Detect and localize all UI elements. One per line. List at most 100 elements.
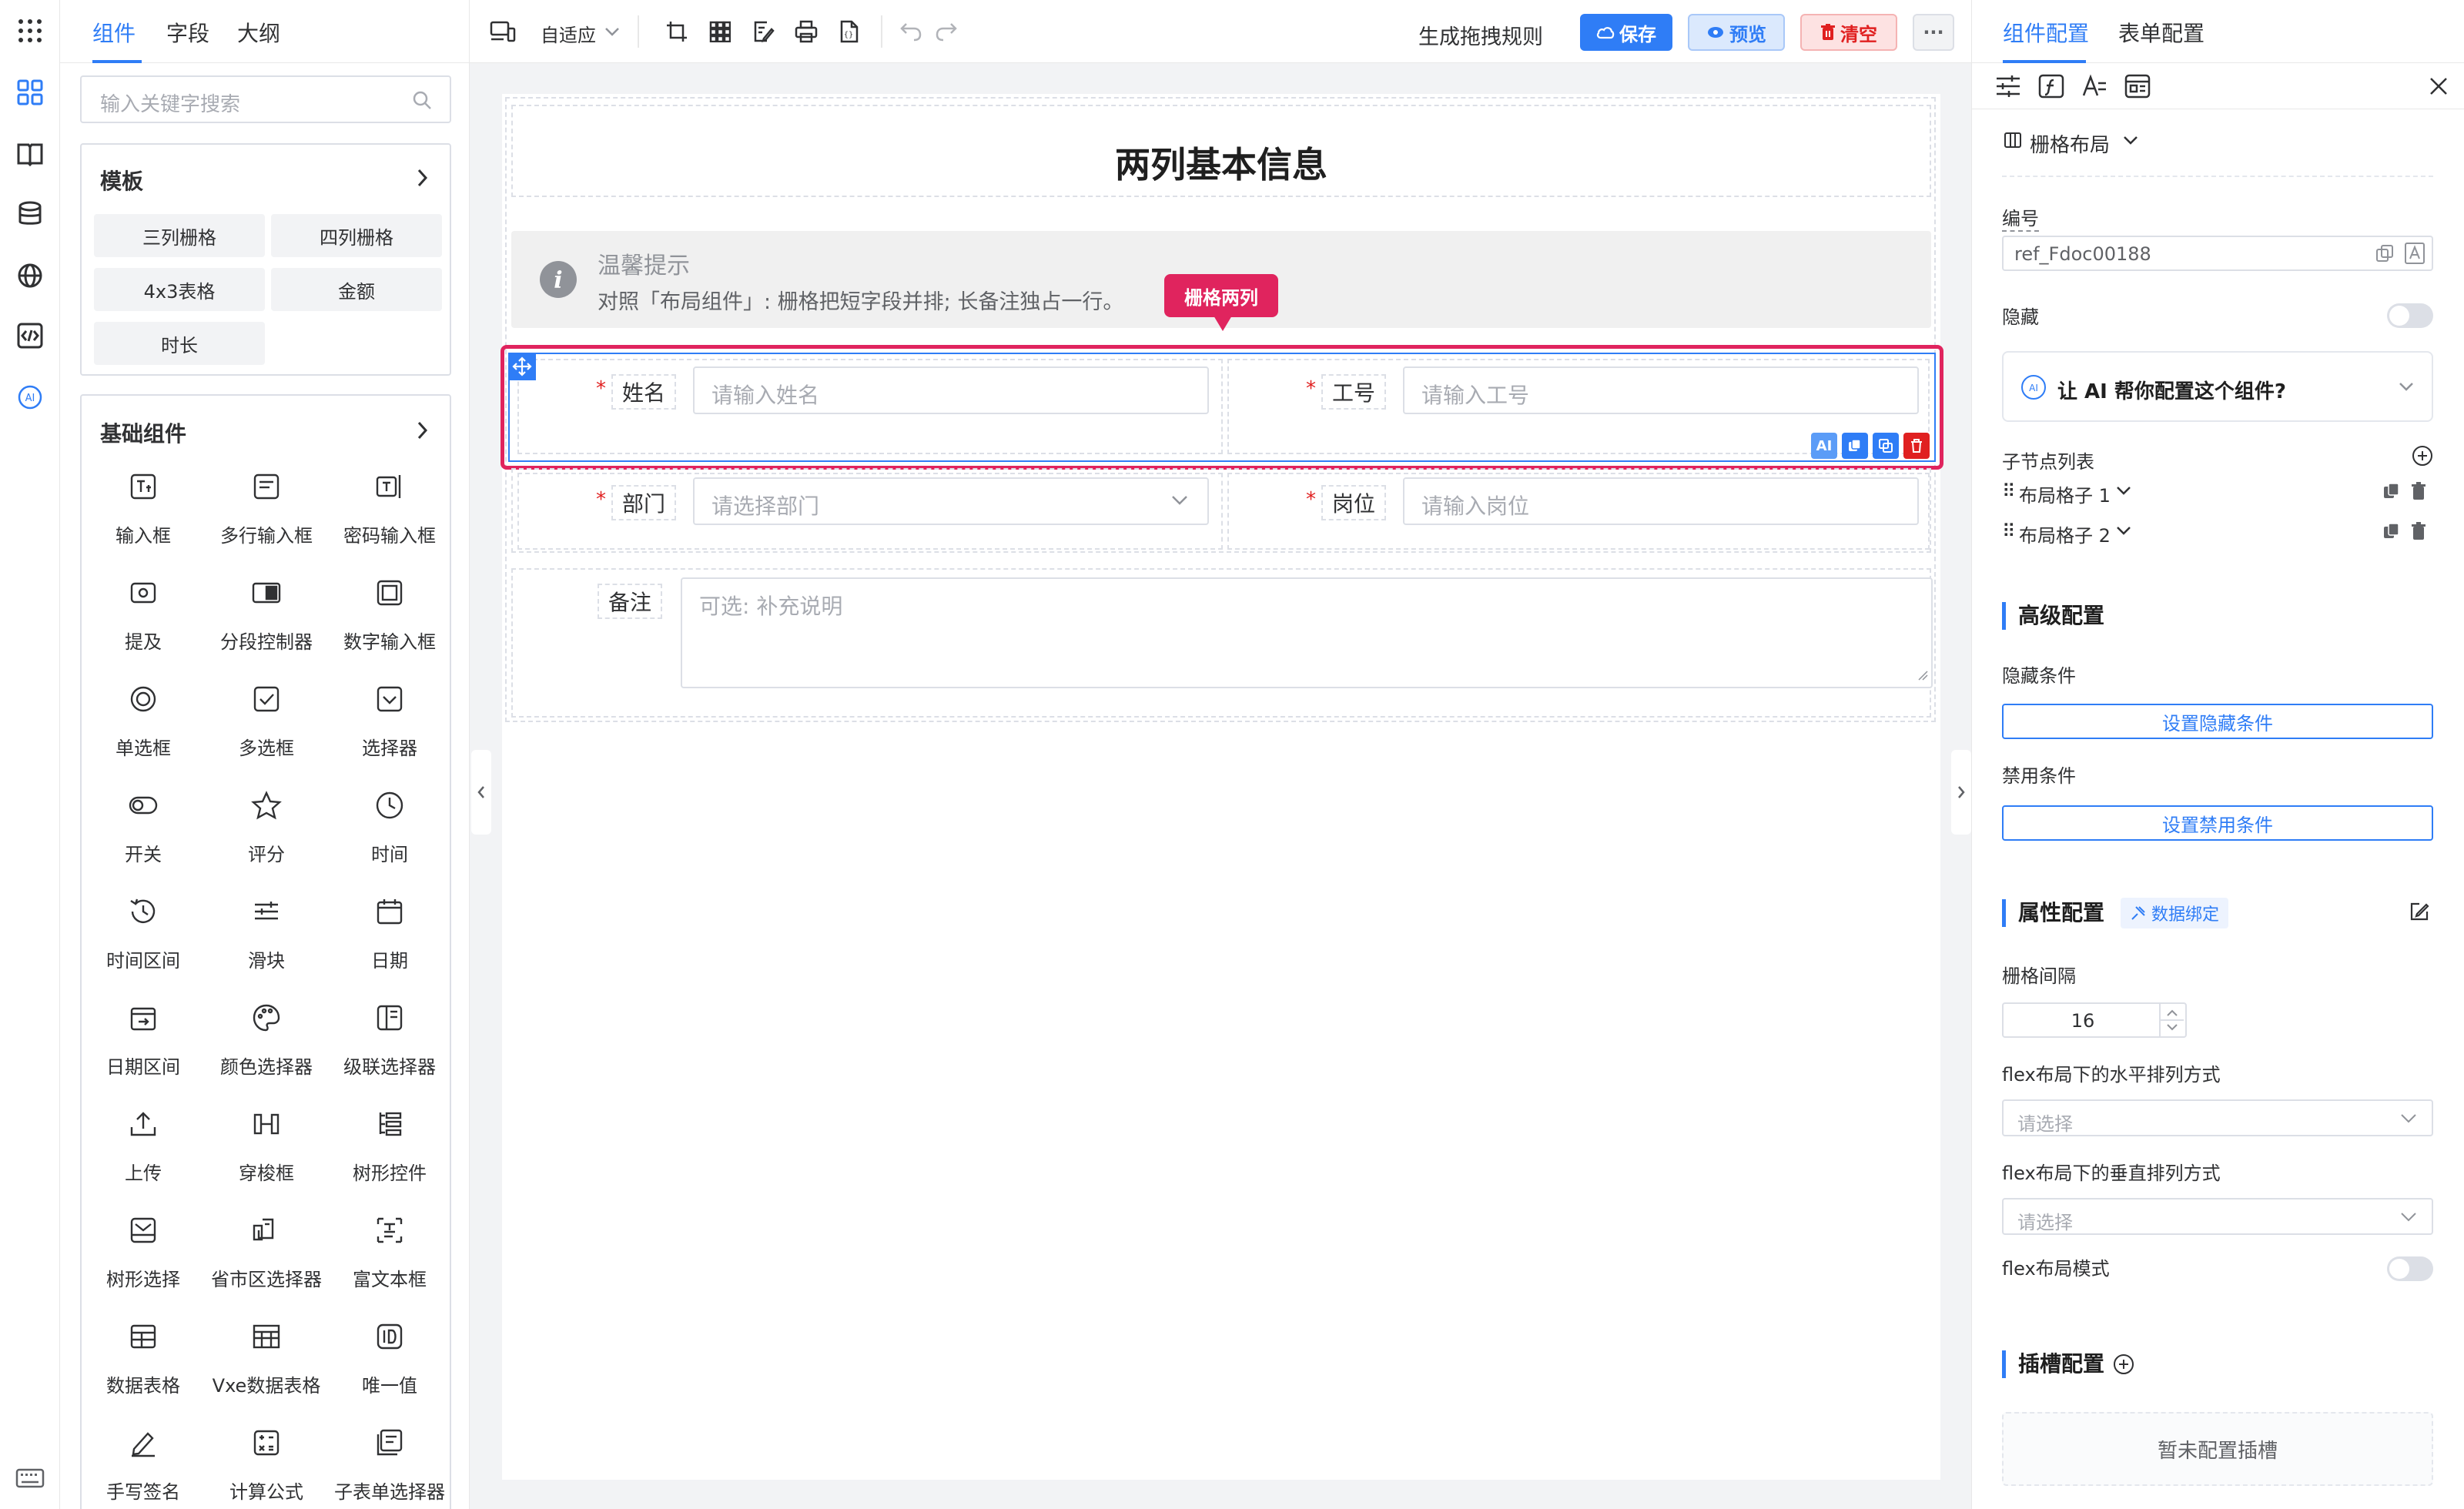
chevron-down-icon[interactable] (598, 17, 627, 46)
add-circle-icon[interactable] (2412, 445, 2433, 470)
flex-vertical-select[interactable]: 请选择 (2002, 1198, 2433, 1235)
sliders-icon[interactable] (1995, 74, 2021, 102)
flex-horizontal-select[interactable]: 请选择 (2002, 1099, 2433, 1136)
duplicate-icon[interactable] (1873, 433, 1899, 459)
component-item[interactable]: 密码输入框 (328, 463, 451, 570)
ai-icon[interactable]: AI (15, 382, 45, 413)
copy-icon[interactable] (2382, 522, 2401, 544)
delete-icon[interactable] (1903, 433, 1930, 459)
function-icon[interactable] (2038, 74, 2064, 102)
resize-handle-icon[interactable] (1917, 669, 1928, 684)
component-item[interactable]: 时间 (328, 782, 451, 888)
redo-icon[interactable] (932, 17, 961, 46)
template-item[interactable]: 时长 (94, 322, 265, 365)
tab-fields[interactable]: 字段 (166, 17, 209, 48)
components-icon[interactable] (15, 77, 45, 108)
undo-icon[interactable] (896, 17, 926, 46)
component-item[interactable]: Vxe数据表格 (205, 1313, 328, 1420)
grid-icon[interactable] (705, 17, 735, 46)
tab-form-config[interactable]: 表单配置 (2118, 17, 2205, 48)
set-hide-condition-button[interactable]: 设置隐藏条件 (2002, 704, 2433, 739)
component-search-input[interactable]: 输入关键字搜索 (80, 75, 451, 123)
template-item[interactable]: 4x3表格 (94, 268, 265, 311)
chevron-down-icon[interactable] (2122, 134, 2139, 149)
component-item[interactable]: 单选框 (82, 676, 205, 782)
text-format-icon[interactable] (2404, 242, 2426, 268)
chevron-down-icon[interactable] (2116, 485, 2131, 500)
name-input[interactable]: 请输入姓名 (693, 366, 1209, 414)
chevron-right-icon[interactable] (414, 420, 430, 443)
component-item[interactable]: 评分 (205, 782, 328, 888)
remark-textarea[interactable]: 可选: 补充说明 (681, 577, 1933, 688)
printer-icon[interactable] (792, 17, 821, 46)
edit-icon[interactable] (2409, 901, 2430, 925)
generate-rules-link[interactable]: 生成拖拽规则 (1418, 20, 1543, 50)
child-node-item[interactable]: ⠿ 布局格子 1 (2002, 479, 2433, 510)
apps-grid-icon[interactable] (15, 15, 45, 46)
drag-dots-icon[interactable]: ⠿ (2002, 520, 2016, 542)
layout-panel-icon[interactable] (2124, 74, 2151, 102)
component-item[interactable]: 分段控制器 (205, 570, 328, 676)
stepper[interactable] (2159, 1004, 2185, 1036)
component-item[interactable]: 提及 (82, 570, 205, 676)
component-item[interactable]: 日期 (328, 888, 451, 995)
drag-handle-icon[interactable] (508, 353, 536, 380)
component-item[interactable]: 时间区间 (82, 888, 205, 995)
child-node-item[interactable]: ⠿ 布局格子 2 (2002, 519, 2433, 550)
component-item[interactable]: 省市区选择器 (205, 1207, 328, 1313)
close-icon[interactable] (2428, 75, 2449, 100)
save-button[interactable]: 保存 (1580, 14, 1672, 51)
flex-mode-toggle[interactable] (2387, 1256, 2433, 1281)
position-input[interactable]: 请输入岗位 (1403, 477, 1919, 525)
edit-doc-icon[interactable] (748, 17, 778, 46)
preview-button[interactable]: 预览 (1688, 14, 1785, 51)
chevron-right-icon[interactable] (414, 168, 430, 191)
template-item[interactable]: 三列栅格 (94, 214, 265, 257)
component-item[interactable]: 树形选择 (82, 1207, 205, 1313)
component-item[interactable]: 选择器 (328, 676, 451, 782)
component-item[interactable]: 多行输入框 (205, 463, 328, 570)
collapse-left-handle[interactable] (471, 750, 491, 835)
component-item[interactable]: 子表单选择器 (328, 1420, 451, 1509)
data-binding-button[interactable]: 数据绑定 (2121, 898, 2229, 928)
chevron-down-icon[interactable] (2116, 525, 2131, 540)
component-item[interactable]: 多选框 (205, 676, 328, 782)
component-item[interactable]: 级联选择器 (328, 995, 451, 1101)
copy-icon[interactable] (2382, 482, 2401, 504)
set-disable-condition-button[interactable]: 设置禁用条件 (2002, 805, 2433, 841)
employee-id-input[interactable]: 请输入工号 (1403, 366, 1919, 414)
id-input[interactable]: ref_Fdoc00188 (2002, 236, 2433, 271)
ai-assist-card[interactable]: AI 让 AI 帮你配置这个组件? (2002, 351, 2433, 422)
hidden-toggle[interactable] (2387, 303, 2433, 328)
tab-components[interactable]: 组件 (92, 17, 136, 48)
book-icon[interactable] (15, 139, 45, 169)
trash-icon[interactable] (2410, 482, 2427, 504)
component-item[interactable]: 日期区间 (82, 995, 205, 1101)
department-select[interactable]: 请选择部门 (693, 477, 1209, 525)
clear-button[interactable]: 清空 (1800, 14, 1897, 51)
drag-dots-icon[interactable]: ⠿ (2002, 480, 2016, 502)
component-item[interactable]: 计算公式 (205, 1420, 328, 1509)
component-item[interactable]: 颜色选择器 (205, 995, 328, 1101)
device-icon[interactable] (488, 17, 517, 46)
component-type-select[interactable]: 栅格布局 (2030, 129, 2110, 158)
copy-icon[interactable] (1842, 433, 1868, 459)
collapse-right-handle[interactable] (1951, 750, 1971, 835)
text-style-icon[interactable] (2081, 74, 2107, 102)
component-item[interactable]: 树形控件 (328, 1101, 451, 1207)
copy-icon[interactable] (2375, 243, 2395, 266)
component-item[interactable]: 手写签名 (82, 1420, 205, 1509)
code-icon[interactable] (15, 320, 45, 351)
import-json-icon[interactable]: {} (835, 17, 864, 46)
adaptive-select[interactable]: 自适应 (541, 20, 596, 47)
component-item[interactable]: 开关 (82, 782, 205, 888)
add-circle-icon[interactable] (2113, 1353, 2134, 1378)
component-item[interactable]: 穿梭框 (205, 1101, 328, 1207)
keyboard-icon[interactable] (15, 1463, 45, 1494)
component-item[interactable]: 唯一值 (328, 1313, 451, 1420)
ai-config-button[interactable]: AI (1811, 433, 1837, 459)
gutter-number-input[interactable]: 16 (2002, 1002, 2187, 1038)
database-icon[interactable] (15, 199, 45, 229)
component-item[interactable]: 输入框 (82, 463, 205, 570)
component-item[interactable]: 富文本框 (328, 1207, 451, 1313)
